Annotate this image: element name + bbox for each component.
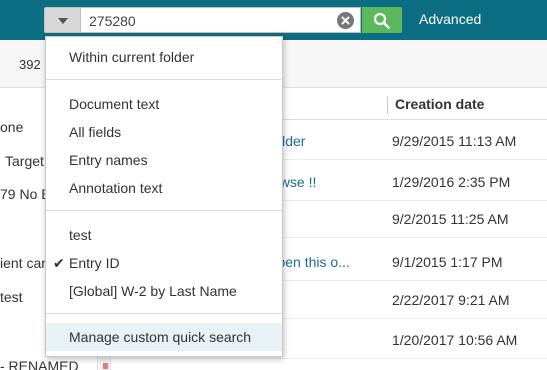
menu-divider [46,313,282,314]
advanced-search-link[interactable]: Advanced [419,11,481,27]
menu-item-document-text[interactable]: Document text [46,90,282,118]
clear-icon[interactable] [337,12,354,29]
search-box [81,7,361,33]
menu-item-test[interactable]: test [46,221,282,249]
menu-item-label: Entry ID [69,255,120,271]
entry-creation-date: 1/20/2017 10:56 AM [392,332,518,348]
check-icon: ✔ [53,255,65,271]
caret-down-icon [58,18,68,24]
menu-item-annotation-text[interactable]: Annotation text [46,174,282,202]
result-count: 392 [19,57,41,72]
search-button[interactable] [362,7,402,33]
entry-creation-date: 9/29/2015 11:13 AM [392,133,517,149]
menu-item-within-current-folder[interactable]: Within current folder [46,43,282,71]
entry-creation-date: 9/2/2015 11:25 AM [392,211,509,227]
search-scope-dropdown-button[interactable] [44,7,81,33]
menu-item-manage-custom-quick-search[interactable]: Manage custom quick search [46,323,282,351]
status-marker [103,363,108,369]
menu-divider [46,210,282,211]
search-scope-menu: Within current folder Document text All … [45,36,283,357]
menu-item-global-w2-by-last-name[interactable]: [Global] W-2 by Last Name [46,277,282,305]
entry-creation-date: 9/1/2015 1:17 PM [392,254,503,270]
column-header-creation-date[interactable]: Creation date [395,96,484,112]
menu-divider [46,79,282,80]
menu-item-entry-names[interactable]: Entry names [46,146,282,174]
menu-item-entry-id[interactable]: ✔ Entry ID [46,249,282,277]
left-item[interactable]: - RENAMED [0,358,98,370]
entry-creation-date: 1/29/2016 2:35 PM [392,174,511,190]
column-separator[interactable] [387,97,388,114]
search-icon [373,12,390,29]
entry-creation-date: 2/22/2017 9:21 AM [392,292,510,308]
menu-item-all-fields[interactable]: All fields [46,118,282,146]
search-input[interactable] [89,11,329,30]
